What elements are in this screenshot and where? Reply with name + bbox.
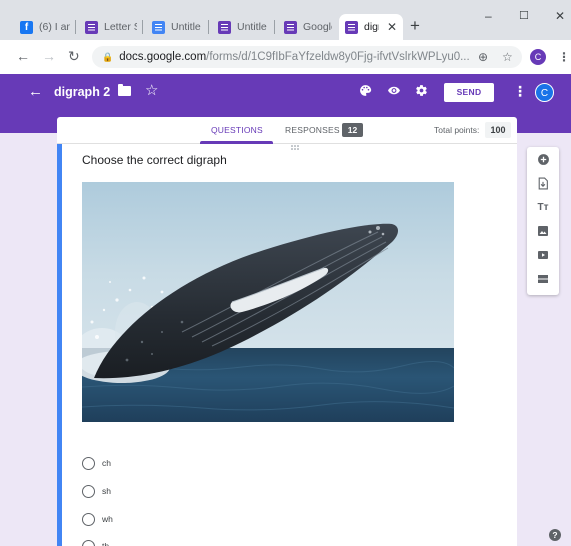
- address-bar[interactable]: 🔒 docs.google.com/forms/d/1C9fIbFaYfzeld…: [92, 46, 522, 68]
- help-icon[interactable]: ?: [549, 529, 561, 541]
- option-label: th: [102, 541, 110, 546]
- import-questions-icon[interactable]: [536, 177, 550, 191]
- browser-tab-label: (6) I am: [39, 21, 70, 33]
- back-arrow-icon[interactable]: ←: [28, 83, 43, 100]
- form-tabs-bar: QUESTIONS RESPONSES 12 Total points: 100: [57, 117, 517, 144]
- responses-count-badge: 12: [342, 123, 363, 137]
- google-forms-icon: [85, 20, 98, 34]
- browser-window: f (6) I am Letter S Untitle Untitle Goog…: [0, 0, 571, 546]
- send-button[interactable]: SEND: [444, 83, 494, 102]
- add-image-icon[interactable]: [536, 225, 550, 239]
- preview-eye-icon[interactable]: [387, 84, 401, 100]
- new-tab-button[interactable]: +: [410, 17, 420, 35]
- account-avatar[interactable]: C: [535, 83, 554, 102]
- close-tab-icon[interactable]: ✕: [387, 20, 397, 34]
- question-title[interactable]: Choose the correct digraph: [82, 153, 227, 167]
- forward-arrow-icon[interactable]: →: [42, 48, 56, 64]
- close-window-button[interactable]: ✕: [555, 9, 565, 23]
- facebook-icon: f: [20, 20, 33, 34]
- radio-button[interactable]: [82, 539, 95, 546]
- palette-icon[interactable]: [359, 84, 372, 100]
- reload-icon[interactable]: ↻: [68, 48, 80, 64]
- back-arrow-icon[interactable]: ←: [16, 48, 30, 64]
- google-forms-icon: [218, 20, 231, 34]
- browser-menu-icon[interactable]: ⋮: [558, 50, 570, 64]
- settings-gear-icon[interactable]: [415, 84, 428, 100]
- browser-tab-label: Letter S: [104, 21, 137, 33]
- browser-toolbar: ← → ↻ 🔒 docs.google.com/forms/d/1C9fIbFa…: [0, 40, 571, 74]
- browser-tab-untitled-doc[interactable]: Untitle: [146, 14, 209, 40]
- tab-strip: f (6) I am Letter S Untitle Untitle Goog…: [0, 0, 571, 40]
- question-card[interactable]: Choose the correct digraph ch sh wh th: [57, 144, 517, 546]
- tab-questions[interactable]: QUESTIONS: [211, 125, 263, 135]
- tab-separator: [274, 20, 275, 34]
- option-sh[interactable]: sh: [82, 484, 111, 498]
- browser-tab-digraph[interactable]: digr ✕: [339, 14, 403, 40]
- option-label: wh: [102, 514, 113, 524]
- google-forms-icon: [345, 20, 358, 34]
- lock-icon: 🔒: [102, 51, 114, 62]
- google-forms-icon: [284, 20, 297, 34]
- whale-photo: [82, 182, 454, 422]
- option-label: sh: [102, 486, 111, 496]
- tab-separator: [142, 20, 143, 34]
- browser-tab-label: digr: [364, 21, 379, 33]
- zoom-icon[interactable]: ⊕: [478, 50, 488, 64]
- radio-button[interactable]: [82, 512, 95, 526]
- browser-tab-label: Untitle: [237, 21, 267, 33]
- add-section-icon[interactable]: [536, 273, 550, 287]
- drag-handle-icon[interactable]: [291, 145, 301, 150]
- form-title[interactable]: digraph 2: [54, 85, 110, 99]
- question-side-toolbar: Tт: [527, 147, 559, 295]
- more-options-icon[interactable]: ⋮: [513, 83, 527, 100]
- browser-tab-letter[interactable]: Letter S: [79, 14, 143, 40]
- option-th[interactable]: th: [82, 539, 109, 546]
- star-icon[interactable]: ☆: [145, 81, 158, 99]
- browser-tab-label: Untitle: [171, 21, 201, 33]
- maximize-button[interactable]: ☐: [519, 9, 529, 22]
- option-wh[interactable]: wh: [82, 512, 113, 526]
- form-header: ← digraph 2 ☆ SEND ⋮ C: [0, 74, 571, 111]
- browser-tab-untitled-form[interactable]: Untitle: [212, 14, 275, 40]
- option-label: ch: [102, 458, 111, 468]
- total-points-label: Total points:: [434, 125, 480, 135]
- browser-tab-google[interactable]: Google: [278, 14, 338, 40]
- question-image[interactable]: [82, 182, 454, 422]
- radio-button[interactable]: [82, 456, 95, 470]
- radio-button[interactable]: [82, 484, 95, 498]
- add-title-icon[interactable]: Tт: [536, 201, 550, 215]
- minimize-button[interactable]: –: [485, 9, 492, 23]
- browser-tab-label: Google: [303, 21, 332, 33]
- url-host: docs.google.com: [119, 51, 207, 63]
- browser-tab-facebook[interactable]: f (6) I am: [14, 14, 76, 40]
- url-path: /forms/d/1C9fIbFaYfzeldw8y0Fjg-ifvtVslrk…: [206, 51, 470, 63]
- tab-separator: [75, 20, 76, 34]
- total-points-value[interactable]: 100: [485, 122, 511, 138]
- add-video-icon[interactable]: [536, 249, 550, 263]
- add-question-icon[interactable]: [536, 153, 550, 167]
- folder-icon[interactable]: [118, 84, 131, 96]
- profile-avatar[interactable]: C: [530, 49, 546, 65]
- bookmark-star-icon[interactable]: ☆: [502, 50, 513, 64]
- option-ch[interactable]: ch: [82, 456, 111, 470]
- google-docs-icon: [152, 20, 165, 34]
- tab-separator: [208, 20, 209, 34]
- tab-responses[interactable]: RESPONSES: [285, 125, 340, 135]
